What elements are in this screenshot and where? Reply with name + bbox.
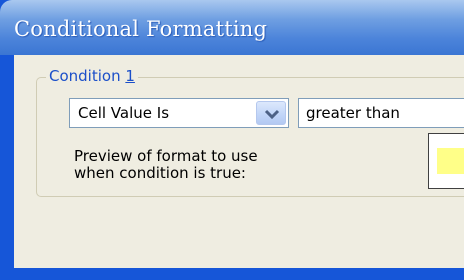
condition-label-prefix: Condition: [49, 67, 126, 85]
title-bar[interactable]: Conditional Formatting: [0, 0, 464, 55]
format-preview-box: [428, 133, 464, 189]
condition-type-value: Cell Value Is: [78, 104, 170, 122]
condition-group-label: Condition 1: [46, 67, 138, 85]
chevron-down-icon: [264, 109, 280, 120]
preview-swatch: [437, 148, 464, 174]
preview-label-line1: Preview of format to use: [74, 147, 258, 165]
window-title: Conditional Formatting: [14, 17, 268, 41]
dialog-body: Condition 1 Cell Value Is greater than P…: [14, 55, 464, 268]
dropdown-button[interactable]: [256, 101, 286, 125]
comparison-operator-dropdown[interactable]: greater than: [298, 98, 464, 128]
comparison-operator-value: greater than: [306, 104, 400, 122]
conditional-formatting-dialog: Conditional Formatting Condition 1 Cell …: [0, 0, 464, 280]
condition-number: 1: [125, 67, 135, 85]
condition-type-dropdown[interactable]: Cell Value Is: [69, 98, 289, 128]
preview-label: Preview of format to use when condition …: [74, 148, 258, 182]
preview-label-line2: when condition is true:: [74, 164, 246, 182]
